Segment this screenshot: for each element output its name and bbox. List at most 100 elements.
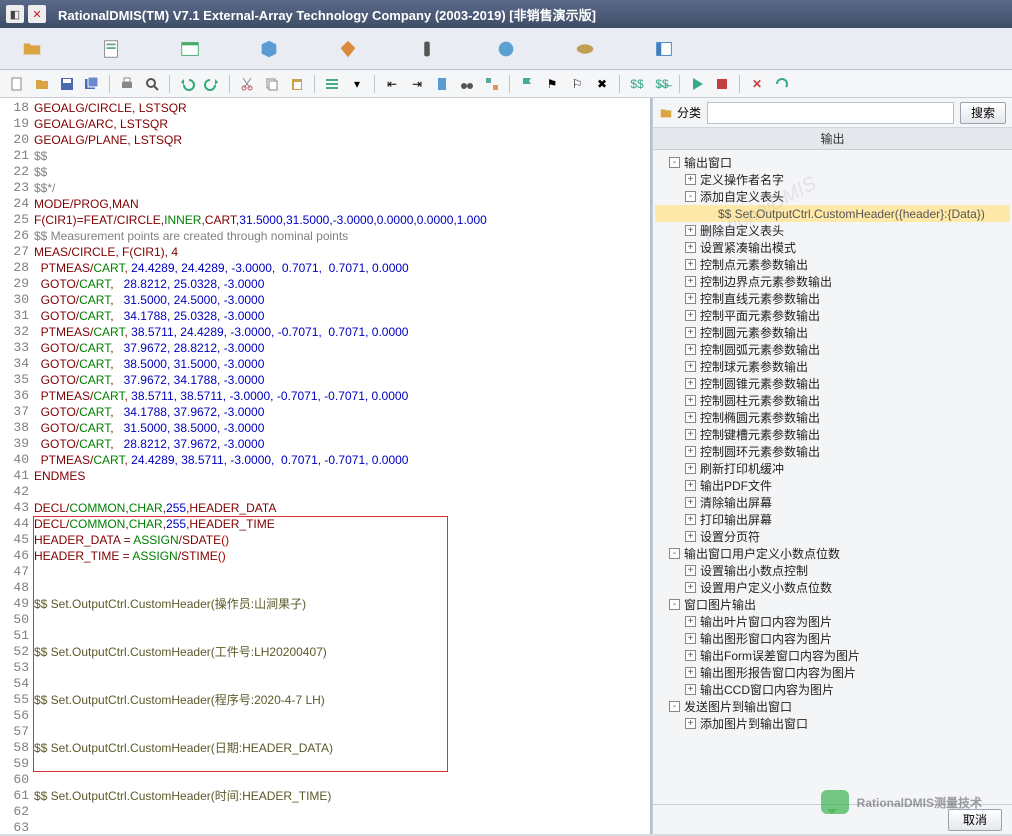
expand-icon[interactable]: + — [685, 616, 696, 627]
tree-item[interactable]: +控制圆锥元素参数输出 — [655, 375, 1010, 392]
refresh-icon[interactable] — [771, 73, 793, 95]
tree-item[interactable]: +输出Form误差窗口内容为图片 — [655, 647, 1010, 664]
expand-icon[interactable]: - — [669, 157, 680, 168]
expand-icon[interactable]: + — [685, 327, 696, 338]
tree-item[interactable]: +输出叶片窗口内容为图片 — [655, 613, 1010, 630]
print-icon[interactable] — [116, 73, 138, 95]
cancel-button[interactable]: 取消 — [948, 809, 1002, 831]
tree-item[interactable]: +添加图片到输出窗口 — [655, 715, 1010, 732]
tree-item[interactable]: +设置输出小数点控制 — [655, 562, 1010, 579]
paste-icon[interactable] — [286, 73, 308, 95]
tree-item[interactable]: +控制球元素参数输出 — [655, 358, 1010, 375]
flag-clear-icon[interactable]: ✖ — [591, 73, 613, 95]
flag-prev-icon[interactable]: ⚐ — [566, 73, 588, 95]
expand-icon[interactable]: + — [685, 463, 696, 474]
tree-item[interactable]: +打印输出屏幕 — [655, 511, 1010, 528]
expand-icon[interactable]: + — [685, 259, 696, 270]
tree-item[interactable]: +输出图形报告窗口内容为图片 — [655, 664, 1010, 681]
expand-icon[interactable]: + — [685, 582, 696, 593]
list-icon[interactable] — [321, 73, 343, 95]
expand-icon[interactable]: + — [685, 633, 696, 644]
tree-item[interactable]: +设置用户定义小数点位数 — [655, 579, 1010, 596]
tree-item[interactable]: +刷新打印机缓冲 — [655, 460, 1010, 477]
expand-icon[interactable]: + — [685, 429, 696, 440]
expand-icon[interactable]: + — [685, 395, 696, 406]
indent-out-icon[interactable]: ⇤ — [381, 73, 403, 95]
delete-line-icon[interactable]: ✕ — [746, 73, 768, 95]
tree-item[interactable]: +控制圆环元素参数输出 — [655, 443, 1010, 460]
expand-icon[interactable]: + — [685, 225, 696, 236]
expand-icon[interactable]: + — [685, 378, 696, 389]
expand-icon[interactable]: + — [685, 446, 696, 457]
undo-icon[interactable] — [176, 73, 198, 95]
redo-icon[interactable] — [201, 73, 223, 95]
expand-icon[interactable]: + — [685, 174, 696, 185]
open-icon[interactable] — [31, 73, 53, 95]
flag-next-icon[interactable]: ⚑ — [541, 73, 563, 95]
saveall-icon[interactable] — [81, 73, 103, 95]
new-icon[interactable] — [6, 73, 28, 95]
dropdown-icon[interactable]: ▾ — [346, 73, 368, 95]
tree-view[interactable]: -输出窗口+定义操作者名字-添加自定义表头$$ Set.OutputCtrl.C… — [653, 150, 1012, 804]
cube-icon[interactable] — [257, 37, 281, 61]
tree-item[interactable]: +控制键槽元素参数输出 — [655, 426, 1010, 443]
panel-icon[interactable] — [652, 37, 676, 61]
search-button[interactable]: 搜索 — [960, 102, 1006, 124]
search-icon[interactable] — [141, 73, 163, 95]
tree-item[interactable]: -输出窗口用户定义小数点位数 — [655, 545, 1010, 562]
code-content[interactable]: GEOALG/CIRCLE, LSTSQRGEOALG/ARC, LSTSQRG… — [32, 98, 650, 834]
expand-icon[interactable]: + — [685, 276, 696, 287]
expand-icon[interactable]: + — [685, 650, 696, 661]
tree-item[interactable]: +清除输出屏幕 — [655, 494, 1010, 511]
bottle-icon[interactable] — [415, 37, 439, 61]
indent-in-icon[interactable]: ⇥ — [406, 73, 428, 95]
tree-item[interactable]: +控制点元素参数输出 — [655, 256, 1010, 273]
expand-icon[interactable]: + — [685, 412, 696, 423]
search-input[interactable] — [707, 102, 954, 124]
expand-icon[interactable]: + — [685, 242, 696, 253]
expand-icon[interactable]: + — [685, 565, 696, 576]
expand-icon[interactable]: + — [685, 293, 696, 304]
tree-item[interactable]: +控制圆元素参数输出 — [655, 324, 1010, 341]
diamond-icon[interactable] — [336, 37, 360, 61]
expand-icon[interactable]: - — [669, 701, 680, 712]
expand-icon[interactable]: - — [685, 191, 696, 202]
tree-item[interactable]: +设置分页符 — [655, 528, 1010, 545]
replace-icon[interactable] — [481, 73, 503, 95]
run-icon[interactable] — [686, 73, 708, 95]
document-icon[interactable] — [99, 37, 123, 61]
tree-item[interactable]: +控制直线元素参数输出 — [655, 290, 1010, 307]
tree-item[interactable]: -添加自定义表头 — [655, 188, 1010, 205]
tree-item[interactable]: +输出图形窗口内容为图片 — [655, 630, 1010, 647]
tree-item[interactable]: -窗口图片输出 — [655, 596, 1010, 613]
copy-icon[interactable] — [261, 73, 283, 95]
tree-item[interactable]: +控制圆柱元素参数输出 — [655, 392, 1010, 409]
tree-item[interactable]: +设置紧凑输出模式 — [655, 239, 1010, 256]
output-tab[interactable]: 输出 — [653, 128, 1012, 150]
folder-icon[interactable] — [20, 37, 44, 61]
tree-item[interactable]: +控制椭圆元素参数输出 — [655, 409, 1010, 426]
tree-item[interactable]: +输出CCD窗口内容为图片 — [655, 681, 1010, 698]
tree-item[interactable]: +控制边界点元素参数输出 — [655, 273, 1010, 290]
close-icon[interactable]: ✕ — [28, 5, 46, 23]
sphere-icon[interactable] — [494, 37, 518, 61]
save-icon[interactable] — [56, 73, 78, 95]
tree-item[interactable]: +定义操作者名字 — [655, 171, 1010, 188]
tree-item[interactable]: +删除自定义表头 — [655, 222, 1010, 239]
cut-icon[interactable] — [236, 73, 258, 95]
expand-icon[interactable]: + — [685, 514, 696, 525]
expand-icon[interactable]: + — [685, 718, 696, 729]
expand-icon[interactable]: + — [685, 344, 696, 355]
tree-item[interactable]: -发送图片到输出窗口 — [655, 698, 1010, 715]
expand-icon[interactable]: + — [685, 310, 696, 321]
tree-item[interactable]: +控制圆弧元素参数输出 — [655, 341, 1010, 358]
tree-item[interactable]: +控制平面元素参数输出 — [655, 307, 1010, 324]
window-icon[interactable] — [178, 37, 202, 61]
expand-icon[interactable]: + — [685, 497, 696, 508]
code-editor[interactable]: 18 19 20 21 22 23 24 25 26 27 28 29 30 3… — [0, 98, 652, 834]
stop-icon[interactable] — [711, 73, 733, 95]
comment-icon[interactable]: $$ — [626, 73, 648, 95]
disc-icon[interactable] — [573, 37, 597, 61]
bookmark-icon[interactable] — [431, 73, 453, 95]
expand-icon[interactable]: + — [685, 531, 696, 542]
